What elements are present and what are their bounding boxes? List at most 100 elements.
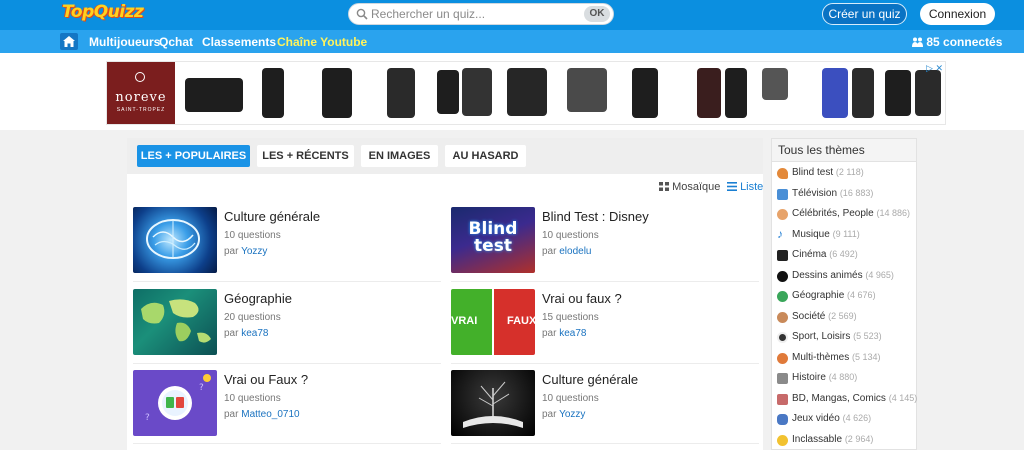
theme-count: (4 145)	[888, 393, 918, 403]
quiz-author-link[interactable]: Yozzy	[559, 409, 585, 420]
theme-name: Musique	[792, 229, 830, 240]
ad-choices-icon[interactable]: ▷ ✕	[926, 63, 943, 74]
theme-count: (4 676)	[847, 290, 876, 300]
quiz-author-link[interactable]: kea78	[241, 328, 268, 339]
nav-qchat[interactable]: Qchat	[159, 35, 193, 49]
theme-count: (9 111)	[832, 229, 860, 239]
theme-count: (4 965)	[865, 270, 894, 280]
connected-count: 85 connectés	[926, 35, 1003, 49]
theme-item-celebrities[interactable]: Célébrités, People (14 886)	[777, 207, 917, 223]
blind-test-image: Blind test	[451, 207, 535, 273]
quiz-author-link[interactable]: kea78	[559, 328, 586, 339]
theme-count: (14 886)	[876, 208, 911, 218]
quiz-card[interactable]: Blind test Blind Test : Disney 10 questi…	[451, 207, 751, 273]
ad-product-image	[762, 68, 788, 100]
nav-multiplayer[interactable]: Multijoueurs	[89, 35, 160, 49]
search-input[interactable]	[371, 6, 581, 22]
search-icon	[356, 8, 368, 20]
theme-item-blind-test[interactable]: Blind test (2 118)	[777, 166, 917, 182]
scroll-icon	[777, 373, 788, 384]
theme-item-television[interactable]: Télévision (16 883)	[777, 187, 917, 203]
theme-count: (6 492)	[829, 249, 858, 259]
quiz-author-line: par elodelu	[542, 246, 592, 257]
thumb-text-false: FAUX	[507, 315, 535, 327]
home-button[interactable]	[60, 33, 78, 50]
tv-icon	[777, 189, 788, 200]
divider	[133, 281, 441, 282]
quiz-card[interactable]: Culture générale 10 questions par Yozzy	[451, 370, 751, 436]
theme-item-comics[interactable]: BD, Mangas, Comics (4 145)	[777, 392, 917, 408]
quiz-author-line: par Matteo_0710	[224, 409, 300, 420]
quiz-author-link[interactable]: elodelu	[559, 246, 591, 257]
quiz-title[interactable]: Géographie	[224, 291, 292, 306]
search-button[interactable]: OK	[584, 6, 610, 22]
quiz-title[interactable]: Culture générale	[542, 372, 638, 387]
view-list-button[interactable]: Liste	[727, 181, 763, 193]
quiz-card[interactable]: ? ? Vrai ou Faux ? 10 questions par Matt…	[133, 370, 433, 436]
theme-item-geography[interactable]: Géographie (4 676)	[777, 289, 917, 305]
quiz-card[interactable]: VRAI FAUX Vrai ou faux ? 15 questions pa…	[451, 289, 751, 355]
theme-item-cinema[interactable]: Cinéma (6 492)	[777, 248, 917, 264]
top-bar: TopQuizz OK Créer un quiz Connexion	[0, 0, 1024, 30]
tab-popular[interactable]: LES + POPULAIRES	[137, 145, 250, 167]
sidebar-title: Tous les thèmes	[772, 139, 916, 162]
quiz-list-panel: LES + POPULAIRES LES + RÉCENTS EN IMAGES…	[127, 138, 763, 450]
ad-banner[interactable]: noreve SAINT-TROPEZ ▷ ✕	[106, 61, 946, 125]
guitar-icon	[777, 168, 788, 179]
svg-text:?: ?	[199, 383, 204, 393]
ad-brand-name: noreve	[115, 90, 167, 105]
site-logo[interactable]: TopQuizz	[58, 2, 147, 26]
ad-product-image	[632, 68, 658, 118]
quiz-title[interactable]: Culture générale	[224, 209, 320, 224]
quiz-card[interactable]: Géographie 20 questions par kea78	[133, 289, 433, 355]
theme-item-video-games[interactable]: Jeux vidéo (4 626)	[777, 412, 917, 428]
theme-item-music[interactable]: ♪ Musique (9 111)	[777, 228, 917, 244]
theme-name: Société	[792, 311, 826, 322]
theme-item-history[interactable]: Histoire (4 880)	[777, 371, 917, 387]
search-box: OK	[348, 3, 614, 25]
theme-name: Jeux vidéo	[792, 413, 840, 424]
view-mosaic-button[interactable]: Mosaïque	[659, 181, 720, 193]
theme-name: Célébrités, People	[792, 208, 874, 219]
divider	[451, 281, 759, 282]
ad-product-image	[262, 68, 284, 118]
users-icon	[912, 37, 923, 47]
quiz-title[interactable]: Vrai ou faux ?	[542, 291, 622, 306]
quiz-question-count: 10 questions	[542, 230, 599, 241]
theme-name: Sport, Loisirs	[792, 331, 851, 342]
theme-item-society[interactable]: Société (2 569)	[777, 310, 917, 326]
globe-icon	[777, 291, 788, 302]
quiz-author-link[interactable]: Matteo_0710	[241, 409, 299, 420]
author-prefix: par	[542, 328, 560, 339]
login-button[interactable]: Connexion	[920, 3, 995, 25]
author-prefix: par	[224, 246, 242, 257]
camera-icon	[777, 250, 788, 261]
tabs-bar: LES + POPULAIRES LES + RÉCENTS EN IMAGES…	[127, 138, 763, 174]
nav-rankings[interactable]: Classements	[202, 35, 276, 49]
tab-random[interactable]: AU HASARD	[445, 145, 526, 167]
thumb-text-true: VRAI	[451, 315, 478, 327]
ad-product-image	[697, 68, 721, 118]
star-person-icon	[777, 209, 788, 220]
quiz-title[interactable]: Vrai ou Faux ?	[224, 372, 308, 387]
quiz-author-link[interactable]: Yozzy	[241, 246, 267, 257]
ad-product-image	[725, 68, 747, 118]
nav-youtube-channel[interactable]: Chaîne Youtube	[277, 35, 367, 49]
connected-users[interactable]: 85 connectés	[912, 35, 1002, 49]
theme-item-sport[interactable]: Sport, Loisirs (5 523)	[777, 330, 917, 346]
brand-emblem-icon	[135, 72, 145, 82]
theme-item-cartoons[interactable]: Dessins animés (4 965)	[777, 269, 917, 285]
tab-recent[interactable]: LES + RÉCENTS	[257, 145, 354, 167]
quiz-card[interactable]: Culture générale 10 questions par Yozzy	[133, 207, 433, 273]
quiz-title[interactable]: Blind Test : Disney	[542, 209, 649, 224]
music-note-icon: ♪	[777, 227, 783, 241]
tab-images[interactable]: EN IMAGES	[361, 145, 438, 167]
ad-product-image	[915, 70, 941, 116]
brain-image	[133, 207, 217, 273]
theme-item-uncategorized[interactable]: Inclassable (2 964)	[777, 433, 917, 449]
quiz-question-count: 15 questions	[542, 312, 599, 323]
create-quiz-button[interactable]: Créer un quiz	[822, 3, 907, 25]
theme-item-multi-theme[interactable]: Multi-thèmes (5 134)	[777, 351, 917, 367]
grid-icon	[659, 182, 669, 191]
quiz-author-line: par kea78	[224, 328, 268, 339]
